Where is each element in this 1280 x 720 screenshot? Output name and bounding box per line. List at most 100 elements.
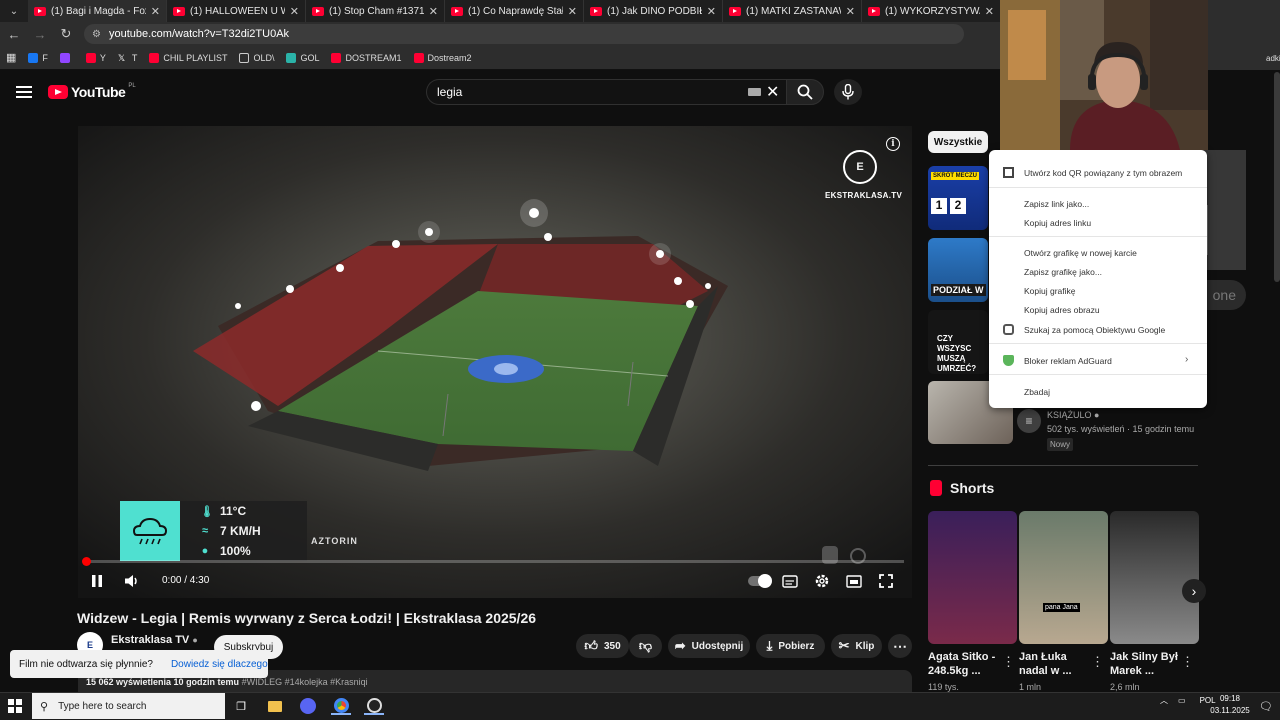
close-tab-icon[interactable]: ✕ [290,5,299,18]
channel-name[interactable]: Ekstraklasa TV ● [111,634,198,646]
close-tab-icon[interactable]: ✕ [151,5,160,18]
recommended-thumbnail-2[interactable]: PODZIAŁ W [928,238,988,302]
youtube-logo[interactable]: YouTube PL [48,83,136,100]
bookmark-item[interactable]: CHIL PLAYLIST [149,52,227,63]
autoplay-toggle[interactable] [748,574,772,588]
recommended-4-channel[interactable]: KSIĄŻULO [1047,410,1092,420]
clear-search-icon[interactable]: ✕ [766,82,779,102]
learn-why-link[interactable]: Dowiedz się dlaczego [171,659,268,670]
fullscreen-button[interactable] [878,572,894,590]
youtube-favicon-icon [590,6,602,16]
chrome-icon[interactable] [331,697,351,715]
close-tab-icon[interactable]: ✕ [568,5,577,18]
playlist-add-icon[interactable]: ≡ [1017,409,1041,433]
progress-bar[interactable] [82,557,904,566]
page-scrollbar[interactable] [1274,72,1280,282]
pause-button[interactable] [90,572,104,590]
menu-inspect[interactable]: Zbadaj [1024,387,1050,397]
reload-icon[interactable]: ↻ [58,26,74,42]
browser-tab[interactable]: (1) Bagi i Magda - Foxtrot ✕ [28,0,167,22]
search-button[interactable] [786,79,824,105]
menu-copy-link-address[interactable]: Kopiuj adres linku [1024,218,1091,228]
like-button[interactable]: 👍︎ 350 [576,634,629,658]
chip-all[interactable]: Wszystkie [928,131,988,153]
clip-button[interactable]: ✂ Klip [831,634,882,658]
more-actions-button[interactable]: ⋯ [888,634,912,658]
keyboard-icon[interactable] [748,88,761,96]
share-button[interactable]: ➦ Udostępnij [668,634,750,658]
webcam-overlay [1000,0,1208,150]
search-input[interactable]: legia [426,79,790,105]
voice-search-button[interactable] [834,79,862,105]
menu-icon[interactable] [16,86,32,98]
browser-tab[interactable]: (1) Stop Cham #1371 - Ni ✕ [306,0,445,22]
bookmark-item[interactable] [59,52,74,63]
logo-text: YouTube [71,84,126,100]
short-2-title[interactable]: Jan Łuka nadal w ... [1019,650,1087,678]
short-3-title[interactable]: Jak Silny Był Marek ... [1110,650,1178,678]
shorts-next-button[interactable]: › [1182,579,1206,603]
site-info-icon[interactable]: ⚙ [92,29,101,40]
browser-tab[interactable]: (1) Jak DINO PODBIŁO PO ✕ [584,0,723,22]
task-view-icon[interactable]: ❐ [231,697,251,715]
share-label: Udostępnij [691,640,744,652]
tray-chevron-up-icon[interactable]: ︿ [1160,695,1168,706]
url-field[interactable]: ⚙ youtube.com/watch?v=T32di2TU0Ak [84,24,964,44]
bookmark-item[interactable]: GOL [286,52,319,63]
obs-icon[interactable] [364,697,384,715]
recommended-thumbnail-1[interactable]: SKRÓT MECZU 1 2 [928,166,988,230]
bookmark-item[interactable]: Y [85,52,106,63]
browser-tab[interactable]: (1) WYKORZYSTYWANIE ✕ [862,0,1001,22]
short-1-title[interactable]: Agata Sitko - 248.5kg ... [928,650,996,678]
forward-icon[interactable]: → [32,26,48,42]
close-tab-icon[interactable]: ✕ [985,5,994,18]
menu-copy-image[interactable]: Kopiuj grafikę [1024,286,1076,296]
menu-create-qr[interactable]: Utwórz kod QR powiązany z tym obrazem [1024,168,1182,178]
miniplayer-button[interactable] [846,572,862,590]
context-menu: Utwórz kod QR powiązany z tym obrazem Za… [989,150,1207,408]
info-icon[interactable]: i [886,137,900,151]
apps-icon[interactable]: ▦ [6,51,16,64]
close-tab-icon[interactable]: ✕ [707,5,716,18]
recommended-thumbnail-3[interactable]: CZY WSZYSC MUSZĄ UMRZEĆ? [928,310,988,374]
system-clock[interactable]: 09:18 03.11.2025 [1205,693,1255,717]
bookmark-item[interactable]: Dostream2 [413,52,472,63]
menu-adguard[interactable]: Bloker reklam AdGuard [1024,356,1112,366]
browser-tab[interactable]: (1) HALLOWEEN U WIŚNI ✕ [167,0,306,22]
close-tab-icon[interactable]: ✕ [429,5,438,18]
back-icon[interactable]: ← [6,26,22,42]
short-thumbnail-1[interactable] [928,511,1017,644]
settings-button[interactable] [814,572,830,590]
tab-search-icon[interactable]: ⌄ [0,0,28,22]
browser-tab[interactable]: (1) MATKI ZASTANAWIAŁ ✕ [723,0,862,22]
short-3-menu-icon[interactable]: ⋮ [1181,654,1194,670]
short-1-menu-icon[interactable]: ⋮ [1002,654,1015,670]
progress-scrubber[interactable] [82,557,91,566]
menu-save-link-as[interactable]: Zapisz link jako... [1024,199,1089,209]
notifications-icon[interactable]: 🗨︎ [1256,697,1276,715]
short-2-menu-icon[interactable]: ⋮ [1091,654,1104,670]
volume-button[interactable] [124,572,140,590]
menu-copy-image-address[interactable]: Kopiuj adres obrazu [1024,305,1100,315]
menu-open-image-new-tab[interactable]: Otwórz grafikę w nowej karcie [1024,248,1137,258]
bookmark-item[interactable]: 𝕏T [118,53,138,63]
file-explorer-icon[interactable] [265,697,285,715]
tab-title: (1) Bagi i Magda - Foxtrot [51,5,146,17]
dislike-button[interactable]: 👎︎ [629,634,662,658]
discord-icon[interactable] [298,697,318,715]
short-thumbnail-3[interactable] [1110,511,1199,644]
short-thumbnail-2[interactable]: pana Jana [1019,511,1108,644]
bookmark-item[interactable]: DOSTREAM1 [331,52,402,63]
menu-search-google-lens[interactable]: Szukaj za pomocą Obiektywu Google [1024,325,1165,335]
browser-tab[interactable]: (1) Co Naprawdę Stało Się ✕ [445,0,584,22]
close-tab-icon[interactable]: ✕ [846,5,855,18]
windows-start-icon[interactable] [8,699,22,713]
bookmark-item[interactable]: OLD\ [239,52,274,63]
subtitles-button[interactable] [782,572,798,590]
youtube-icon [85,52,96,63]
network-icon[interactable]: ▭ [1178,696,1186,705]
taskbar-search-input[interactable]: ⚲ Type here to search [32,693,225,719]
download-button[interactable]: ⤓ Pobierz [756,634,825,658]
menu-save-image-as[interactable]: Zapisz grafikę jako... [1024,267,1102,277]
bookmark-item[interactable]: F [28,52,48,63]
